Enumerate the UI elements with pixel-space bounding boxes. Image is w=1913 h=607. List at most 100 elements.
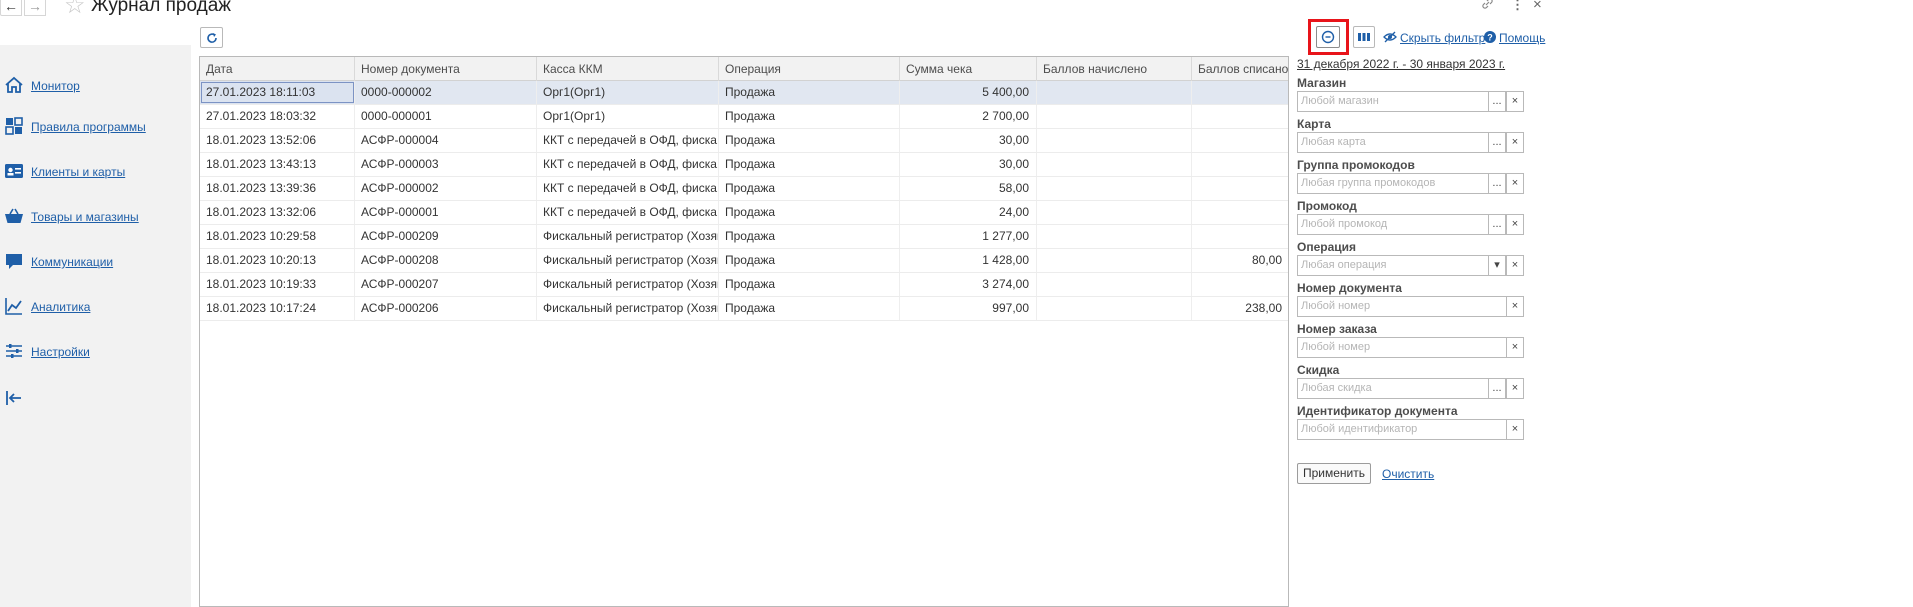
sidebar-item-monitor[interactable]: Монитор <box>0 71 191 101</box>
cell-amount[interactable]: 24,00 <box>900 201 1037 224</box>
cell-points-spent[interactable]: 80,00 <box>1192 249 1288 272</box>
cell-doc-number[interactable]: АСФР-000208 <box>355 249 537 272</box>
cell-doc-number[interactable]: АСФР-000003 <box>355 153 537 176</box>
select-button[interactable]: ... <box>1488 214 1506 235</box>
filter-input-promo-code[interactable]: Любой промокод <box>1297 214 1489 235</box>
forward-button[interactable]: → <box>24 0 46 16</box>
select-button[interactable]: ... <box>1488 173 1506 194</box>
sidebar-item-clients[interactable]: Клиенты и карты <box>0 157 191 187</box>
cell-points-earned[interactable] <box>1037 105 1192 128</box>
cell-operation[interactable]: Продажа <box>719 201 900 224</box>
back-button[interactable]: ← <box>0 0 22 16</box>
clear-field-button[interactable]: × <box>1506 214 1524 235</box>
sales-table[interactable]: Дата Номер документа Касса ККМ Операция … <box>199 56 1289 607</box>
cell-cash-register[interactable]: ККТ с передачей в ОФД, фиска... <box>537 201 719 224</box>
cell-amount[interactable]: 5 400,00 <box>900 81 1037 104</box>
column-header-operation[interactable]: Операция <box>719 57 900 81</box>
cell-cash-register[interactable]: Орг1(Орг1) <box>537 81 719 104</box>
cell-cash-register[interactable]: Фискальный регистратор (Хозяй... <box>537 297 719 320</box>
cell-doc-number[interactable]: АСФР-000004 <box>355 129 537 152</box>
table-row[interactable]: 18.01.2023 13:43:13 АСФР-000003 ККТ с пере… <box>200 153 1288 177</box>
table-row[interactable]: 27.01.2023 18:11:03 0000-000002 Орг1(Орг1)… <box>200 81 1288 105</box>
cell-operation[interactable]: Продажа <box>719 177 900 200</box>
cell-cash-register[interactable]: Фискальный регистратор (Хозяй... <box>537 225 719 248</box>
cell-operation[interactable]: Продажа <box>719 249 900 272</box>
period-link[interactable]: 31 декабря 2022 г. - 30 января 2023 г. <box>1297 57 1505 71</box>
cell-cash-register[interactable]: ККТ с передачей в ОФД, фиска... <box>537 153 719 176</box>
cell-cash-register[interactable]: Фискальный регистратор (Хозяй... <box>537 249 719 272</box>
cell-points-spent[interactable] <box>1192 105 1288 128</box>
cell-cash-register[interactable]: Орг1(Орг1) <box>537 105 719 128</box>
cell-operation[interactable]: Продажа <box>719 153 900 176</box>
table-row[interactable]: 18.01.2023 10:17:24 АСФР-000206 Фискальный… <box>200 297 1288 321</box>
table-row[interactable]: 27.01.2023 18:03:32 0000-000001 Орг1(Орг1)… <box>200 105 1288 129</box>
table-row[interactable]: 18.01.2023 10:29:58 АСФР-000209 Фискальный… <box>200 225 1288 249</box>
cell-amount[interactable]: 1 277,00 <box>900 225 1037 248</box>
cell-doc-number[interactable]: АСФР-000206 <box>355 297 537 320</box>
filter-input-discount[interactable]: Любая скидка <box>1297 378 1489 399</box>
cell-points-spent[interactable] <box>1192 177 1288 200</box>
filter-input-doc-number[interactable]: Любой номер <box>1297 296 1507 317</box>
cell-points-spent[interactable] <box>1192 201 1288 224</box>
sidebar-item-communications[interactable]: Коммуникации <box>0 247 191 277</box>
cell-date[interactable]: 18.01.2023 10:17:24 <box>200 297 355 320</box>
cell-cash-register[interactable]: Фискальный регистратор (Хозяй... <box>537 273 719 296</box>
sidebar-item-program-rules[interactable]: Правила программы <box>0 112 191 142</box>
cell-amount[interactable]: 3 274,00 <box>900 273 1037 296</box>
filter-input-promo-group[interactable]: Любая группа промокодов <box>1297 173 1489 194</box>
cell-date[interactable]: 18.01.2023 10:20:13 <box>200 249 355 272</box>
cell-doc-number[interactable]: 0000-000002 <box>355 81 537 104</box>
sidebar-item-analytics[interactable]: Аналитика <box>0 292 191 322</box>
column-header-amount[interactable]: Сумма чека <box>900 57 1037 81</box>
cell-date[interactable]: 18.01.2023 13:43:13 <box>200 153 355 176</box>
table-row[interactable]: 18.01.2023 13:39:36 АСФР-000002 ККТ с пере… <box>200 177 1288 201</box>
cell-cash-register[interactable]: ККТ с передачей в ОФД, фиска... <box>537 129 719 152</box>
cell-doc-number[interactable]: 0000-000001 <box>355 105 537 128</box>
clear-link[interactable]: Очистить <box>1382 467 1434 481</box>
cell-points-spent[interactable] <box>1192 153 1288 176</box>
filter-input-operation[interactable]: Любая операция <box>1297 255 1489 276</box>
cell-points-spent[interactable] <box>1192 273 1288 296</box>
cell-operation[interactable]: Продажа <box>719 297 900 320</box>
select-button[interactable]: ... <box>1488 132 1506 153</box>
cell-cash-register[interactable]: ККТ с передачей в ОФД, фиска... <box>537 177 719 200</box>
cell-points-earned[interactable] <box>1037 81 1192 104</box>
cell-operation[interactable]: Продажа <box>719 129 900 152</box>
clear-field-button[interactable]: × <box>1506 255 1524 276</box>
clear-field-button[interactable]: × <box>1506 337 1524 358</box>
cell-amount[interactable]: 2 700,00 <box>900 105 1037 128</box>
cell-date[interactable]: 18.01.2023 10:29:58 <box>200 225 355 248</box>
select-button[interactable]: ... <box>1488 378 1506 399</box>
cell-points-earned[interactable] <box>1037 249 1192 272</box>
column-header-doc-number[interactable]: Номер документа <box>355 57 537 81</box>
cell-amount[interactable]: 30,00 <box>900 129 1037 152</box>
cell-doc-number[interactable]: АСФР-000209 <box>355 225 537 248</box>
cell-doc-number[interactable]: АСФР-000002 <box>355 177 537 200</box>
filter-input-order-number[interactable]: Любой номер <box>1297 337 1507 358</box>
select-button[interactable]: ... <box>1488 91 1506 112</box>
refresh-button[interactable] <box>200 27 223 48</box>
cell-date[interactable]: 27.01.2023 18:11:03 <box>200 81 355 104</box>
cell-points-earned[interactable] <box>1037 129 1192 152</box>
cell-points-spent[interactable] <box>1192 225 1288 248</box>
cell-amount[interactable]: 1 428,00 <box>900 249 1037 272</box>
dropdown-button[interactable]: ▾ <box>1488 255 1506 276</box>
table-row[interactable]: 18.01.2023 10:20:13 АСФР-000208 Фискальный… <box>200 249 1288 273</box>
table-row[interactable]: 18.01.2023 13:32:06 АСФР-000001 ККТ с пере… <box>200 201 1288 225</box>
column-header-cash-register[interactable]: Касса ККМ <box>537 57 719 81</box>
cell-date[interactable]: 27.01.2023 18:03:32 <box>200 105 355 128</box>
column-header-points-earned[interactable]: Баллов начислено <box>1037 57 1192 81</box>
clear-field-button[interactable]: × <box>1506 173 1524 194</box>
cell-points-earned[interactable] <box>1037 177 1192 200</box>
cell-points-spent[interactable] <box>1192 81 1288 104</box>
cell-points-spent[interactable] <box>1192 129 1288 152</box>
column-header-points-spent[interactable]: Баллов списано <box>1192 57 1288 81</box>
cell-date[interactable]: 18.01.2023 13:32:06 <box>200 201 355 224</box>
apply-button[interactable]: Применить <box>1297 463 1371 484</box>
table-row[interactable]: 18.01.2023 13:52:06 АСФР-000004 ККТ с пере… <box>200 129 1288 153</box>
filter-input-shop[interactable]: Любой магазин <box>1297 91 1489 112</box>
cell-date[interactable]: 18.01.2023 13:39:36 <box>200 177 355 200</box>
cell-points-earned[interactable] <box>1037 225 1192 248</box>
cell-points-earned[interactable] <box>1037 201 1192 224</box>
column-header-date[interactable]: Дата <box>200 57 355 81</box>
